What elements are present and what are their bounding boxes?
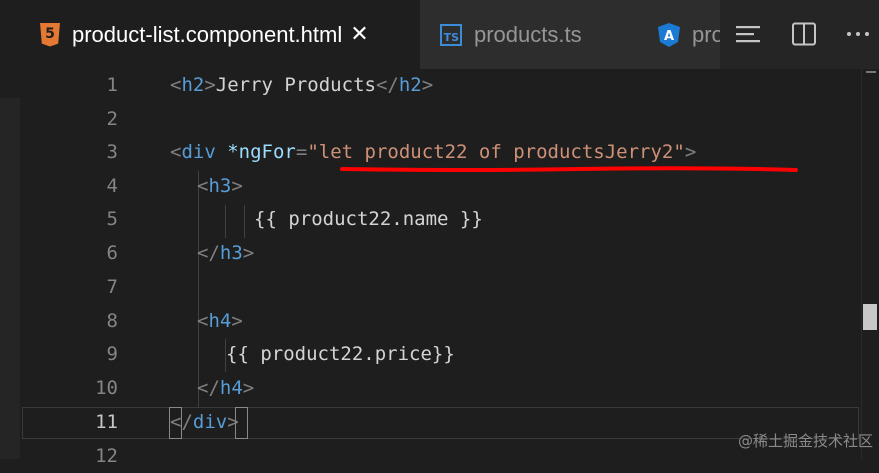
tab-product-list-component-html[interactable]: 5 product-list.component.html ✕ bbox=[20, 0, 420, 69]
code-line: 1 <h2>Jerry Products</h2> bbox=[20, 69, 861, 102]
html5-icon: 5 bbox=[40, 22, 60, 47]
code-line: 7 bbox=[20, 271, 861, 304]
bracket-match-highlight bbox=[169, 407, 182, 439]
code-line: 2 bbox=[20, 103, 861, 136]
scroll-ruler-mark bbox=[866, 71, 876, 73]
line-code: {{ product22.price}} bbox=[226, 343, 455, 365]
watermark: @稀土掘金技术社区 bbox=[737, 432, 873, 450]
line-number: 9 bbox=[106, 343, 118, 365]
tab-label: product-list.component.html bbox=[72, 21, 343, 47]
code-line: 4 <h3> bbox=[20, 170, 861, 203]
tab-label: products.ts bbox=[474, 21, 582, 47]
close-icon[interactable]: ✕ bbox=[350, 22, 368, 47]
bracket-match-highlight bbox=[235, 407, 248, 439]
line-number: 7 bbox=[106, 276, 118, 298]
more-actions-icon[interactable] bbox=[844, 22, 872, 46]
code-line: 8 <h4> bbox=[20, 305, 861, 338]
angular-icon: A bbox=[658, 22, 680, 47]
vertical-scrollbar[interactable] bbox=[861, 69, 879, 459]
line-number: 11 bbox=[95, 411, 118, 433]
code-line: 5 {{ product22.name }} bbox=[20, 203, 861, 236]
typescript-icon: TS bbox=[440, 23, 462, 46]
line-code: </h4> bbox=[197, 377, 255, 399]
line-code: <h4> bbox=[197, 310, 243, 332]
split-editor-icon[interactable] bbox=[790, 22, 818, 46]
editor-actions bbox=[720, 0, 879, 69]
code-line: 9 {{ product22.price}} bbox=[20, 338, 861, 371]
line-number: 1 bbox=[106, 74, 118, 96]
editor-tab-bar: 5 product-list.component.html ✕ TS produ… bbox=[20, 0, 879, 69]
code-line: 6 </h3> bbox=[20, 237, 861, 270]
line-number: 10 bbox=[95, 377, 118, 399]
red-annotation-underline bbox=[340, 166, 798, 172]
scrollbar-thumb[interactable] bbox=[863, 304, 877, 330]
line-code: <h3> bbox=[197, 175, 243, 197]
tab-products-ts[interactable]: TS products.ts bbox=[420, 0, 640, 69]
line-code: <h2>Jerry Products</h2> bbox=[170, 74, 434, 96]
outline-icon[interactable] bbox=[734, 22, 762, 46]
line-number: 5 bbox=[106, 208, 118, 230]
line-number: 2 bbox=[106, 108, 118, 130]
left-edge bbox=[0, 0, 20, 459]
svg-text:A: A bbox=[664, 29, 674, 44]
line-number: 3 bbox=[106, 141, 118, 163]
code-editor[interactable]: 1 <h2>Jerry Products</h2> 2 3 <div *ngFo… bbox=[20, 69, 861, 467]
line-number: 6 bbox=[106, 242, 118, 264]
line-code: {{ product22.name }} bbox=[254, 208, 483, 230]
line-number: 4 bbox=[106, 175, 118, 197]
code-line: 11 </div> bbox=[20, 406, 861, 439]
code-line: 10 </h4> bbox=[20, 372, 861, 405]
code-line: 12 bbox=[20, 440, 861, 473]
line-number: 12 bbox=[95, 445, 118, 467]
line-code: </h3> bbox=[197, 242, 255, 264]
line-number: 8 bbox=[106, 310, 118, 332]
